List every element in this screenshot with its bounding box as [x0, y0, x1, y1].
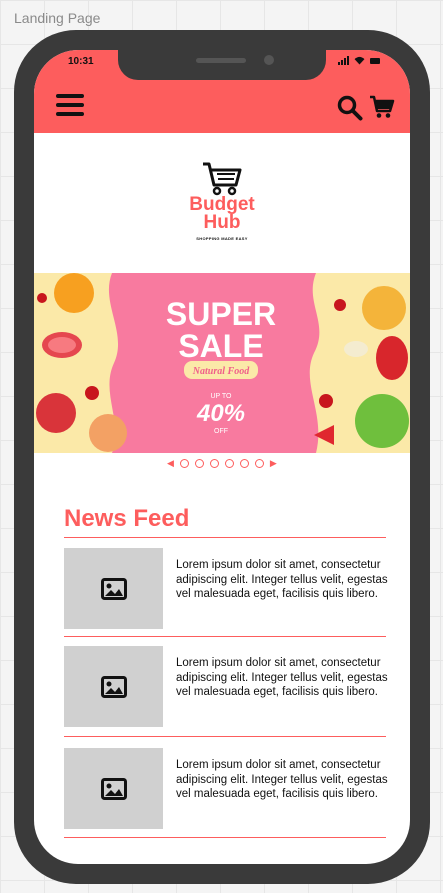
status-icons	[338, 56, 380, 65]
wifi-icon	[354, 56, 365, 65]
news-item[interactable]: Lorem ipsum dolor sit amet, consectetur …	[64, 748, 388, 829]
arrow-right-icon[interactable]: ▶	[270, 458, 277, 468]
news-thumbnail	[64, 748, 163, 829]
banner-off: OFF	[214, 428, 228, 435]
image-icon	[100, 577, 127, 600]
banner-discount: 40%	[196, 400, 245, 427]
cart-icon[interactable]	[369, 94, 395, 120]
carousel-dot[interactable]	[179, 458, 189, 468]
signal-icon	[338, 56, 349, 65]
brand-tagline: SHOPPING MADE EASY	[196, 236, 248, 241]
phone-frame: 10:31 Budget Hub SHOPPING MADE EASY SUPE…	[14, 30, 430, 884]
news-text: Lorem ipsum dolor sit amet, consectetur …	[176, 559, 388, 600]
phone-screen: 10:31 Budget Hub SHOPPING MADE EASY SUPE…	[34, 50, 410, 864]
carousel-dot[interactable]	[209, 458, 219, 468]
news-thumbnail	[64, 548, 163, 629]
carousel-dot[interactable]	[224, 458, 234, 468]
carousel-dot[interactable]	[239, 458, 249, 468]
battery-icon	[370, 58, 380, 64]
image-icon	[100, 777, 127, 800]
banner-headline1: SUPER	[166, 296, 276, 332]
cart-icon	[203, 162, 242, 196]
phone-notch	[118, 50, 326, 80]
brand-name-line2: Hub	[203, 212, 241, 233]
carousel-dot[interactable]	[194, 458, 204, 468]
arrow-left-icon[interactable]: ◀	[167, 458, 174, 468]
banner-upto: UP TO	[210, 393, 232, 400]
speaker	[196, 58, 246, 63]
status-time: 10:31	[68, 56, 94, 67]
divider	[64, 636, 386, 637]
search-icon[interactable]	[337, 95, 363, 121]
banner-ribbon: Natural Food	[192, 366, 250, 377]
news-text: Lorem ipsum dolor sit amet, consectetur …	[176, 759, 388, 800]
canvas-label: Landing Page	[14, 10, 101, 26]
news-thumbnail	[64, 646, 163, 727]
carousel-indicators: ◀ ▶	[167, 458, 277, 468]
news-item[interactable]: Lorem ipsum dolor sit amet, consectetur …	[64, 646, 388, 727]
news-feed-title: News Feed	[64, 505, 190, 532]
image-icon	[100, 675, 127, 698]
hamburger-icon[interactable]	[56, 94, 84, 117]
divider	[64, 537, 386, 538]
divider	[64, 736, 386, 737]
brand-logo: Budget Hub SHOPPING MADE EASY	[177, 160, 267, 256]
news-item[interactable]: Lorem ipsum dolor sit amet, consectetur …	[64, 548, 388, 629]
carousel-dot[interactable]	[254, 458, 264, 468]
divider	[64, 837, 386, 838]
camera	[264, 55, 274, 65]
banner-headline2: SALE	[178, 328, 263, 364]
app-header: 10:31	[34, 50, 410, 133]
promo-banner[interactable]: SUPER SALE Natural Food UP TO 40% OFF	[34, 273, 410, 453]
news-text: Lorem ipsum dolor sit amet, consectetur …	[176, 657, 388, 698]
